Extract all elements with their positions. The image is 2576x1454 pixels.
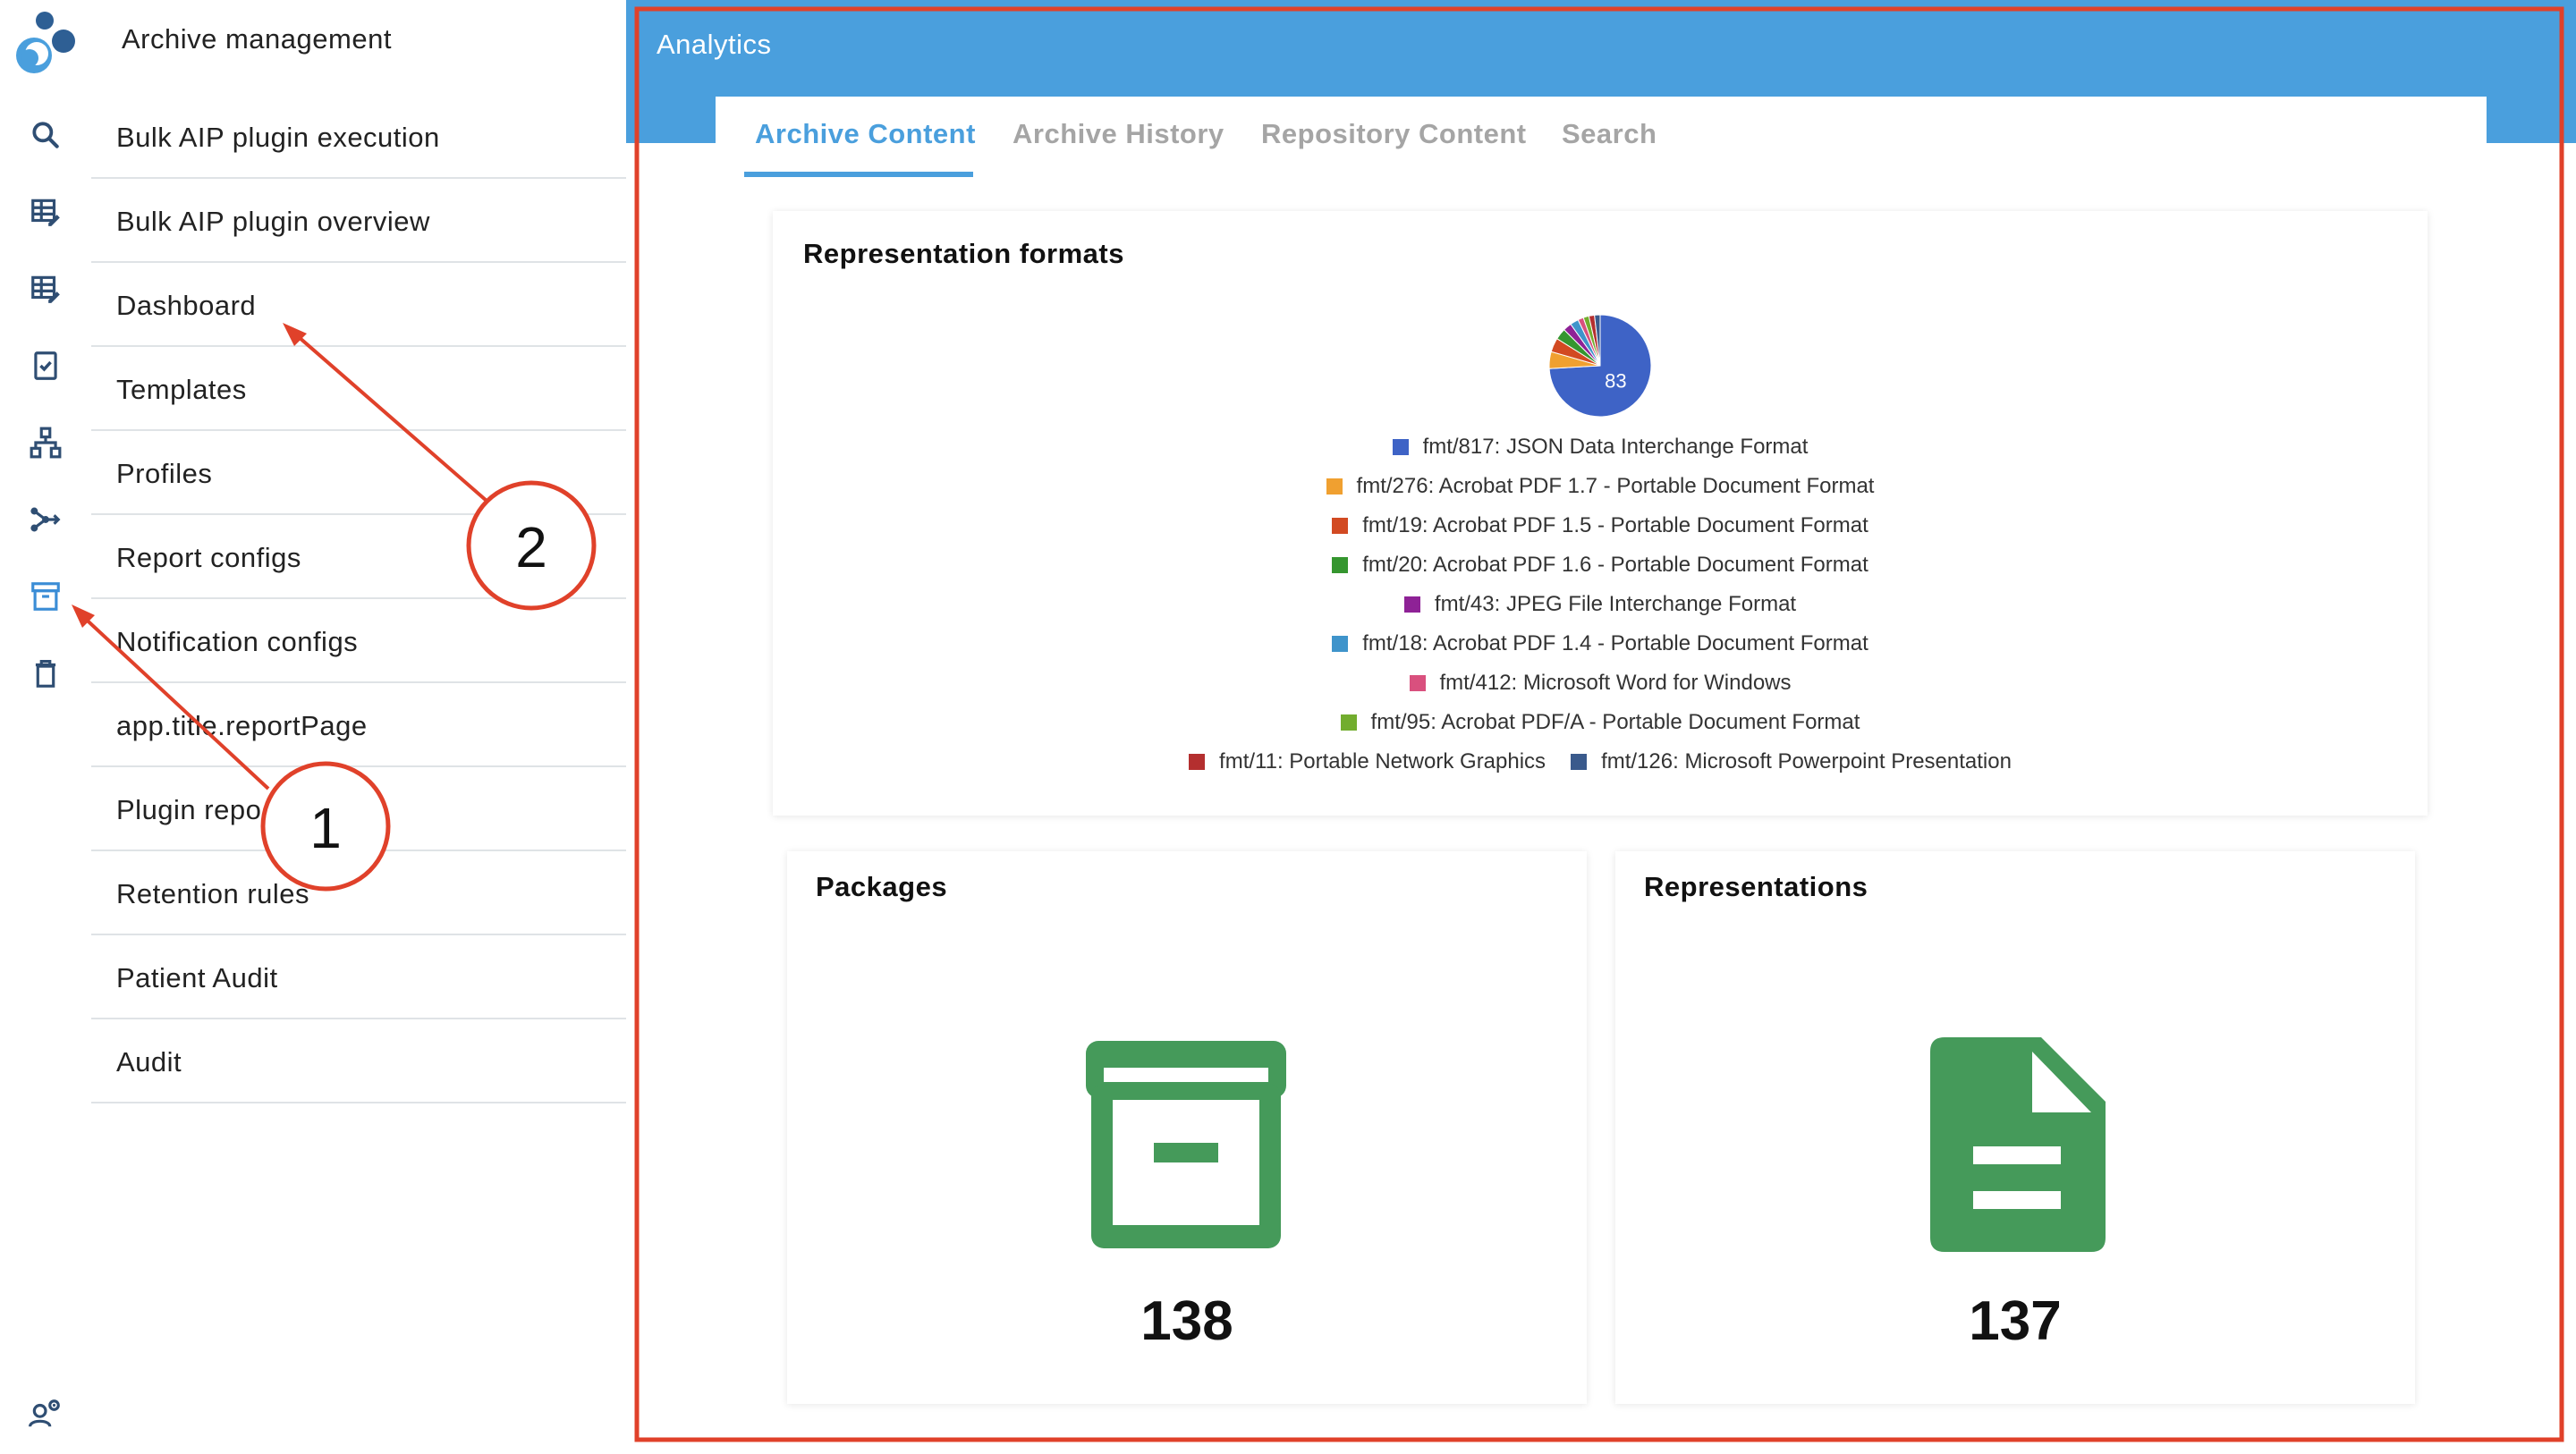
page-title: Analytics bbox=[657, 29, 772, 60]
legend-label: fmt/817: JSON Data Interchange Format bbox=[1422, 435, 1809, 459]
menu-item-audit[interactable]: Audit bbox=[91, 1019, 626, 1103]
legend-swatch bbox=[1571, 754, 1588, 770]
menu-item-label: Retention rules bbox=[116, 878, 310, 909]
legend-swatch bbox=[1332, 636, 1349, 652]
legend-swatch bbox=[1409, 675, 1426, 691]
legend-label: fmt/19: Acrobat PDF 1.5 - Portable Docum… bbox=[1362, 513, 1868, 537]
menu-item-retention-rules[interactable]: Retention rules bbox=[91, 851, 626, 935]
menu-item-bulk-aip-plugin-overview[interactable]: Bulk AIP plugin overview bbox=[91, 179, 626, 263]
table-edit-icon[interactable] bbox=[25, 268, 66, 309]
checklist-icon[interactable] bbox=[25, 345, 66, 386]
menu-item-label: Report configs bbox=[116, 542, 301, 573]
legend-label: fmt/412: Microsoft Word for Windows bbox=[1439, 671, 1792, 695]
legend-row: fmt/43: JPEG File Interchange Format bbox=[773, 592, 2428, 617]
legend-label: fmt/18: Acrobat PDF 1.4 - Portable Docum… bbox=[1362, 631, 1868, 655]
active-tab-indicator bbox=[744, 172, 973, 177]
menu-item-label: Patient Audit bbox=[116, 962, 278, 993]
representation-formats-card: Representation formats 83 fmt/817: JSON … bbox=[773, 211, 2428, 816]
legend-item[interactable]: fmt/11: Portable Network Graphics bbox=[1189, 749, 1546, 774]
packages-count: 138 bbox=[1140, 1290, 1233, 1352]
pie-data-label: 83 bbox=[1605, 369, 1626, 392]
representations-card: Representations 137 bbox=[1615, 851, 2415, 1404]
legend-item[interactable]: fmt/276: Acrobat PDF 1.7 - Portable Docu… bbox=[1326, 474, 1875, 499]
menu-item-label: Notification configs bbox=[116, 626, 359, 657]
legend-row: fmt/19: Acrobat PDF 1.5 - Portable Docum… bbox=[773, 513, 2428, 538]
menu-item-label: Bulk AIP plugin overview bbox=[116, 206, 430, 237]
menu-item-label: app.title.reportPage bbox=[116, 710, 368, 741]
legend-swatch bbox=[1403, 596, 1420, 613]
legend-swatch bbox=[1392, 439, 1409, 455]
menu-item-bulk-aip-plugin-execution[interactable]: Bulk AIP plugin execution bbox=[91, 95, 626, 179]
tab-repository-content[interactable]: Repository Content bbox=[1261, 118, 1527, 150]
legend-item[interactable]: fmt/43: JPEG File Interchange Format bbox=[1403, 592, 1797, 617]
representations-count: 137 bbox=[1969, 1290, 2062, 1352]
sitemap-icon[interactable] bbox=[25, 422, 66, 463]
menu-item-dashboard[interactable]: Dashboard bbox=[91, 263, 626, 347]
legend-row: fmt/11: Portable Network Graphics fmt/126… bbox=[773, 749, 2428, 774]
legend-row: fmt/412: Microsoft Word for Windows bbox=[773, 671, 2428, 696]
trash-icon[interactable] bbox=[25, 653, 66, 694]
legend-item[interactable]: fmt/126: Microsoft Powerpoint Presentati… bbox=[1571, 749, 2012, 774]
legend-row: fmt/18: Acrobat PDF 1.4 - Portable Docum… bbox=[773, 631, 2428, 656]
card-title: Representations bbox=[1644, 871, 1868, 902]
legend-row: fmt/276: Acrobat PDF 1.7 - Portable Docu… bbox=[773, 474, 2428, 499]
legend-item[interactable]: fmt/20: Acrobat PDF 1.6 - Portable Docum… bbox=[1332, 553, 1868, 578]
legend-swatch bbox=[1340, 714, 1357, 731]
legend-row: fmt/20: Acrobat PDF 1.6 - Portable Docum… bbox=[773, 553, 2428, 578]
legend-label: fmt/276: Acrobat PDF 1.7 - Portable Docu… bbox=[1356, 474, 1875, 498]
app-logo[interactable] bbox=[14, 9, 77, 77]
document-icon bbox=[1930, 1037, 2106, 1252]
menu-item-label: Plugin repo bbox=[116, 794, 262, 825]
menu-item-patient-audit[interactable]: Patient Audit bbox=[91, 935, 626, 1019]
legend-label: fmt/11: Portable Network Graphics bbox=[1219, 749, 1546, 773]
icon-rail bbox=[0, 0, 91, 1454]
legend-label: fmt/43: JPEG File Interchange Format bbox=[1434, 592, 1797, 616]
menu-item-templates[interactable]: Templates bbox=[91, 347, 626, 431]
search-icon[interactable] bbox=[25, 114, 66, 156]
legend-swatch bbox=[1332, 518, 1349, 534]
table-edit-icon[interactable] bbox=[25, 191, 66, 232]
menu-item-profiles[interactable]: Profiles bbox=[91, 431, 626, 515]
tab-bar: Archive Content Archive History Reposito… bbox=[716, 97, 2487, 182]
tab-search[interactable]: Search bbox=[1562, 118, 1657, 150]
legend-swatch bbox=[1189, 754, 1206, 770]
tab-archive-history[interactable]: Archive History bbox=[1013, 118, 1224, 150]
archive-box-icon bbox=[1086, 1041, 1286, 1248]
menu-item-label: Templates bbox=[116, 374, 247, 405]
legend-swatch bbox=[1332, 557, 1349, 573]
menu-item-label: Audit bbox=[116, 1046, 182, 1078]
tab-archive-content[interactable]: Archive Content bbox=[755, 118, 976, 150]
legend-item[interactable]: fmt/18: Acrobat PDF 1.4 - Portable Docum… bbox=[1332, 631, 1868, 656]
menu-item-plugin-repo[interactable]: Plugin repo bbox=[91, 767, 626, 851]
card-title: Representation formats bbox=[803, 238, 1124, 269]
menu-item-label: Bulk AIP plugin execution bbox=[116, 122, 440, 153]
legend-label: fmt/126: Microsoft Powerpoint Presentati… bbox=[1601, 749, 2012, 773]
legend-item[interactable]: fmt/19: Acrobat PDF 1.5 - Portable Docum… bbox=[1332, 513, 1868, 538]
main-content: Analytics Archive Content Archive Histor… bbox=[626, 0, 2576, 1454]
legend-item[interactable]: fmt/95: Acrobat PDF/A - Portable Documen… bbox=[1340, 710, 1860, 735]
menu-item-notification-configs[interactable]: Notification configs bbox=[91, 599, 626, 683]
packages-card: Packages 138 bbox=[787, 851, 1587, 1404]
legend-label: fmt/20: Acrobat PDF 1.6 - Portable Docum… bbox=[1362, 553, 1868, 577]
menu-item-report-configs[interactable]: Report configs bbox=[91, 515, 626, 599]
menu-item-label: Dashboard bbox=[116, 290, 257, 321]
archive-icon[interactable] bbox=[25, 576, 66, 617]
menu-item-label: Profiles bbox=[116, 458, 213, 489]
legend-item[interactable]: fmt/412: Microsoft Word for Windows bbox=[1409, 671, 1792, 696]
legend-row: fmt/95: Acrobat PDF/A - Portable Documen… bbox=[773, 710, 2428, 735]
navigation-panel: Archive management Bulk AIP plugin execu… bbox=[91, 0, 628, 1454]
legend-item[interactable]: fmt/817: JSON Data Interchange Format bbox=[1392, 435, 1809, 460]
user-settings-icon[interactable] bbox=[25, 1393, 66, 1434]
menu-title: Archive management bbox=[122, 23, 392, 55]
legend-swatch bbox=[1326, 478, 1343, 495]
legend-row: fmt/817: JSON Data Interchange Format bbox=[773, 435, 2428, 460]
legend-label: fmt/95: Acrobat PDF/A - Portable Documen… bbox=[1370, 710, 1860, 734]
pie-chart[interactable]: 83 bbox=[1542, 308, 1658, 424]
menu-item-report-page[interactable]: app.title.reportPage bbox=[91, 683, 626, 767]
card-title: Packages bbox=[816, 871, 948, 902]
share-icon[interactable] bbox=[25, 499, 66, 540]
